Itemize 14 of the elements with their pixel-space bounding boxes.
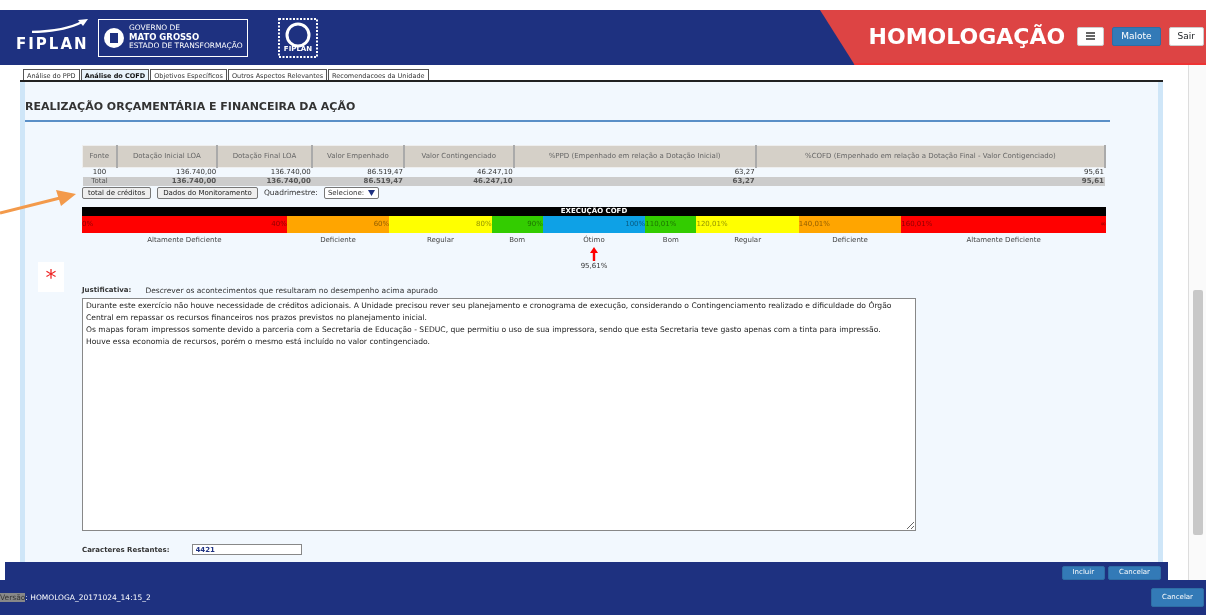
header-button[interactable]: Malote: [1112, 26, 1161, 47]
header-button[interactable]: Sair: [1168, 26, 1204, 47]
dropdown-arrow-icon: [368, 189, 376, 196]
environment-title: HOMOLOGAÇÃO: [868, 23, 1066, 51]
gov-text: MATO GROSSO: [129, 32, 200, 42]
scrollbar-thumb[interactable]: [1193, 290, 1203, 535]
section-title: REALIZAÇÃO ORÇAMENTÁRIA E FINANCEIRA DA AÇÃO: [25, 99, 1110, 122]
menu-icon: [1086, 32, 1096, 41]
logo-text: FIPLAN: [16, 34, 90, 56]
required-asterisk: *: [38, 262, 64, 292]
swoosh-arrow-icon: [30, 19, 90, 34]
coat-of-arms-icon: [103, 26, 125, 49]
menu-button[interactable]: [1077, 26, 1105, 47]
scrollbar[interactable]: [1188, 65, 1206, 580]
